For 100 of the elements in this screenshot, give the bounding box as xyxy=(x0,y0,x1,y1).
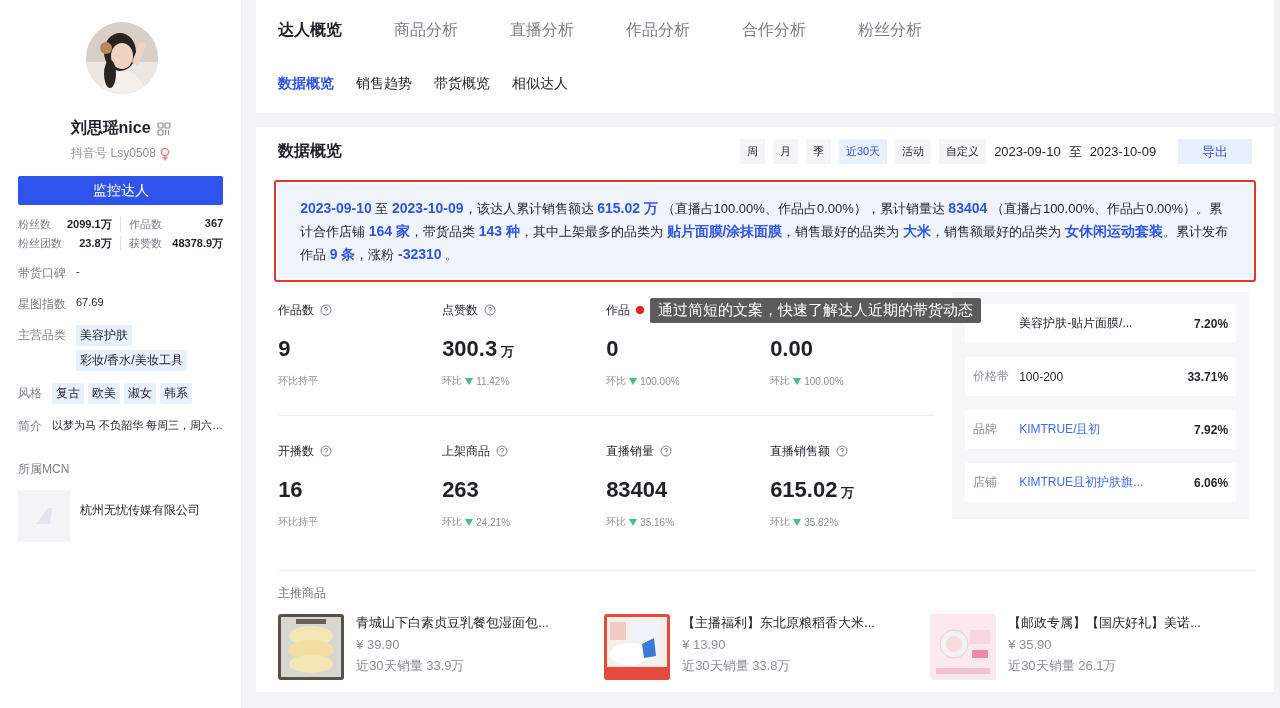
change-label: 环比 xyxy=(606,515,627,529)
date-separator: 至 xyxy=(1068,142,1082,161)
share-label: 价格带 xyxy=(973,368,1011,385)
product-name[interactable]: 青城山下白素贞豆乳餐包湿面包... xyxy=(356,614,549,632)
field-label: 星图指数 xyxy=(18,296,66,313)
stat-value: 23.8万 xyxy=(79,236,112,251)
metric-value: 615.02 xyxy=(770,477,838,503)
tooltip: 通过简短的文案，快速了解达人近期的带货动态 xyxy=(650,298,982,323)
metric-label: 作品 xyxy=(606,301,631,319)
help-icon xyxy=(836,445,849,457)
share-percent: 33.71% xyxy=(1187,369,1229,384)
category-tag: 彩妆/香水/美妆工具 xyxy=(76,350,187,371)
marker-dot xyxy=(636,306,645,314)
field-value: - xyxy=(76,265,80,277)
help-icon xyxy=(660,445,673,457)
metric-value: 9 xyxy=(278,336,291,362)
date-value: 2023-09-10 xyxy=(994,144,1061,159)
change-text: 环比持平 xyxy=(278,374,319,388)
period-button[interactable]: 近30天 xyxy=(838,139,888,164)
field-label: 主营品类 xyxy=(18,327,66,344)
field-value: 67.69 xyxy=(76,296,104,308)
metric-value: 83404 xyxy=(606,477,668,503)
field-label: 风格 xyxy=(18,385,42,402)
section-title: 数据概览 xyxy=(278,141,343,161)
metric-label: 上架商品 xyxy=(442,442,491,460)
metric-label: 直播销售额 xyxy=(770,442,831,460)
export-button[interactable]: 导出 xyxy=(1178,139,1253,164)
metric-label: 点赞数 xyxy=(442,301,479,319)
change-value: 24.21% xyxy=(476,516,511,528)
field-label: 带货口碑 xyxy=(18,265,66,282)
qr-code-icon xyxy=(156,121,171,136)
period-button[interactable]: 自定义 xyxy=(939,139,987,164)
subtab[interactable]: 销售趋势 xyxy=(356,75,413,93)
product-name[interactable]: 【主播福利】东北原粮稻香大米... xyxy=(682,614,875,632)
period-button[interactable]: 活动 xyxy=(895,139,932,164)
category-tag: 复古 xyxy=(52,383,84,404)
stat-label: 获赞数 xyxy=(128,236,162,251)
tab[interactable]: 直播分析 xyxy=(510,20,575,41)
metric-value: 263 xyxy=(442,477,479,503)
metric-unit: 万 xyxy=(841,484,855,502)
summary-text: 2023-09-10 至 2023-10-09，该达人累计销售额达 615.02 万 （直播占100.00%、作品占0.00%），累计销量达 83404 （直播占100.00%、作品占0.00%）。累计合作店铺 164 家，带货品类 143 种，其中上架最多的品类为 贴片面膜/涂抹面膜，销售最好的品类为 大米，销售额最好的品类为 女休闲运动套装。累计发布作品 9 条，涨粉 -32310 。 xyxy=(278,184,1253,278)
date-value: 2023-10-09 xyxy=(1089,144,1157,159)
tab[interactable]: 达人概览 xyxy=(278,20,343,41)
product-price: ¥ 39.90 xyxy=(356,637,401,652)
product-sales: 近30天销量 26.1万 xyxy=(1008,657,1118,675)
metric-value: 16 xyxy=(278,477,303,503)
share-label: 店铺 xyxy=(973,474,999,491)
account-id: 抖音号 Lsy0508 xyxy=(71,145,156,162)
metric-label: 开播数 xyxy=(278,442,315,460)
product-sales: 近30天销量 33.9万 xyxy=(356,657,466,675)
stat-value: 48378.9万 xyxy=(172,236,224,251)
help-icon xyxy=(496,445,509,457)
subtab[interactable]: 带货概览 xyxy=(434,75,491,93)
field-value: 以梦为马 不负韶华 每周三，周六… xyxy=(52,418,224,433)
change-label: 环比 xyxy=(770,515,791,529)
share-link[interactable]: KIMTRUE/且初 xyxy=(1019,421,1195,438)
field-label: 简介 xyxy=(18,418,42,435)
category-tag: 欧美 xyxy=(88,383,120,404)
help-icon xyxy=(320,304,333,316)
share-value: 100-200 xyxy=(1019,369,1065,384)
category-tag: 韩系 xyxy=(160,383,192,404)
change-label: 环比 xyxy=(442,515,463,529)
period-button[interactable]: 周 xyxy=(739,139,765,164)
change-label: 环比 xyxy=(606,374,627,388)
tab[interactable]: 作品分析 xyxy=(626,20,691,41)
metric-label: 直播销量 xyxy=(606,442,655,460)
creator-name: 刘思瑶nice xyxy=(70,118,151,138)
period-button[interactable]: 季 xyxy=(805,139,831,164)
change-label: 环比 xyxy=(770,374,791,388)
stat-value: 367 xyxy=(204,217,224,231)
stat-label: 作品数 xyxy=(128,217,162,232)
stat-value: 2099.1万 xyxy=(66,217,112,232)
tab[interactable]: 粉丝分析 xyxy=(858,20,923,41)
tab[interactable]: 商品分析 xyxy=(394,20,459,41)
share-percent: 6.06% xyxy=(1194,475,1229,490)
metric-value: 300.3 xyxy=(442,336,498,362)
metric-value: 0.00 xyxy=(770,336,813,362)
change-value: 11.42% xyxy=(476,375,510,387)
category-tag: 美容护肤 xyxy=(76,325,132,346)
product-price: ¥ 35.90 xyxy=(1008,637,1053,652)
period-button[interactable]: 月 xyxy=(772,139,798,164)
product-name[interactable]: 【邮政专属】【国庆好礼】美诺... xyxy=(1008,614,1201,632)
subtab[interactable]: 相似达人 xyxy=(512,75,569,93)
company-name: 杭州无忧传媒有限公司 xyxy=(80,501,200,519)
help-icon xyxy=(484,304,497,316)
section-title: 所属MCN xyxy=(18,461,71,478)
subtab[interactable]: 数据概览 xyxy=(278,75,335,93)
share-label: 品牌 xyxy=(973,421,999,438)
change-text: 环比持平 xyxy=(278,515,319,529)
help-icon xyxy=(320,445,333,457)
change-value: 100.00% xyxy=(640,375,680,387)
category-tag: 淑女 xyxy=(124,383,156,404)
change-label: 环比 xyxy=(442,374,463,388)
monitor-button[interactable]: 监控达人 xyxy=(18,176,224,205)
tab[interactable]: 合作分析 xyxy=(742,20,807,41)
metric-unit: 万 xyxy=(501,343,515,361)
share-percent: 7.92% xyxy=(1194,422,1229,437)
metric-label: 作品数 xyxy=(278,301,315,319)
share-percent: 7.20% xyxy=(1194,316,1229,331)
share-link[interactable]: KIMTRUE且初护肤旗... xyxy=(1019,474,1195,491)
